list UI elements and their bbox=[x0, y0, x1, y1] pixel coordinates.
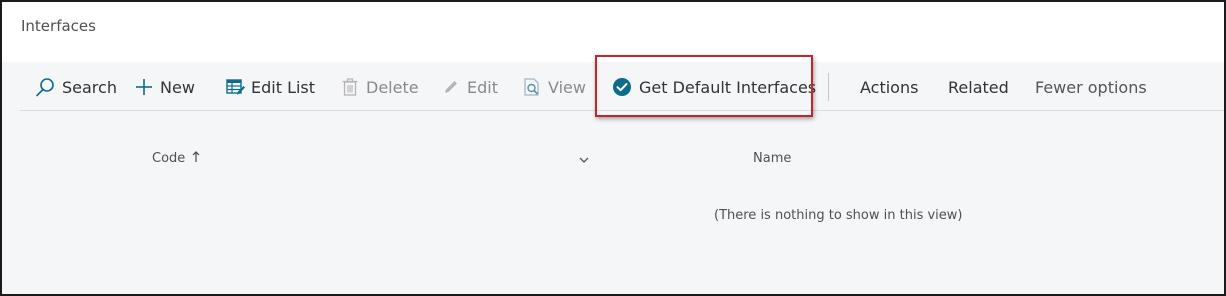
plus-icon bbox=[134, 77, 154, 97]
edit-label: Edit bbox=[467, 77, 498, 97]
column-header-name[interactable]: Name bbox=[753, 151, 791, 166]
fewer-options-button[interactable]: Fewer options bbox=[1035, 64, 1147, 110]
page-header: Interfaces bbox=[2, 2, 1224, 62]
column-menu-chevron-icon[interactable] bbox=[578, 151, 590, 170]
empty-list-message: (There is nothing to show in this view) bbox=[714, 208, 963, 223]
edit-button[interactable]: Edit bbox=[441, 64, 498, 110]
column-header-code[interactable]: Code bbox=[152, 151, 201, 166]
sort-ascending-icon bbox=[189, 151, 201, 166]
toolbar-divider bbox=[828, 73, 829, 101]
related-menu[interactable]: Related bbox=[948, 64, 1009, 110]
page-title: Interfaces bbox=[21, 17, 96, 35]
search-label: Search bbox=[62, 77, 117, 97]
actions-label: Actions bbox=[860, 77, 919, 97]
delete-label: Delete bbox=[366, 77, 419, 97]
related-label: Related bbox=[948, 77, 1009, 97]
get-default-interfaces-label: Get Default Interfaces bbox=[639, 77, 817, 97]
edit-list-label: Edit List bbox=[251, 77, 316, 97]
trash-icon bbox=[340, 77, 360, 97]
actions-menu[interactable]: Actions bbox=[860, 64, 918, 110]
get-default-interfaces-button[interactable]: Get Default Interfaces bbox=[611, 64, 816, 110]
edit-list-button[interactable]: Edit List bbox=[225, 64, 315, 110]
search-icon bbox=[34, 76, 56, 98]
view-label: View bbox=[548, 77, 586, 97]
checkmark-circle-icon bbox=[611, 76, 633, 98]
fewer-options-label: Fewer options bbox=[1035, 77, 1147, 97]
edit-list-icon bbox=[225, 77, 245, 97]
view-icon bbox=[522, 77, 542, 97]
view-button[interactable]: View bbox=[522, 64, 586, 110]
search-button[interactable]: Search bbox=[34, 64, 117, 110]
pencil-icon bbox=[441, 77, 461, 97]
new-label: New bbox=[160, 77, 195, 97]
app-window: Interfaces Search New Edit List Delete E… bbox=[0, 0, 1226, 296]
new-button[interactable]: New bbox=[134, 64, 195, 110]
column-header-code-label: Code bbox=[152, 151, 186, 166]
column-header-name-label: Name bbox=[753, 151, 792, 166]
delete-button[interactable]: Delete bbox=[340, 64, 419, 110]
action-bar: Search New Edit List Delete Edit View Ge… bbox=[20, 64, 1224, 111]
